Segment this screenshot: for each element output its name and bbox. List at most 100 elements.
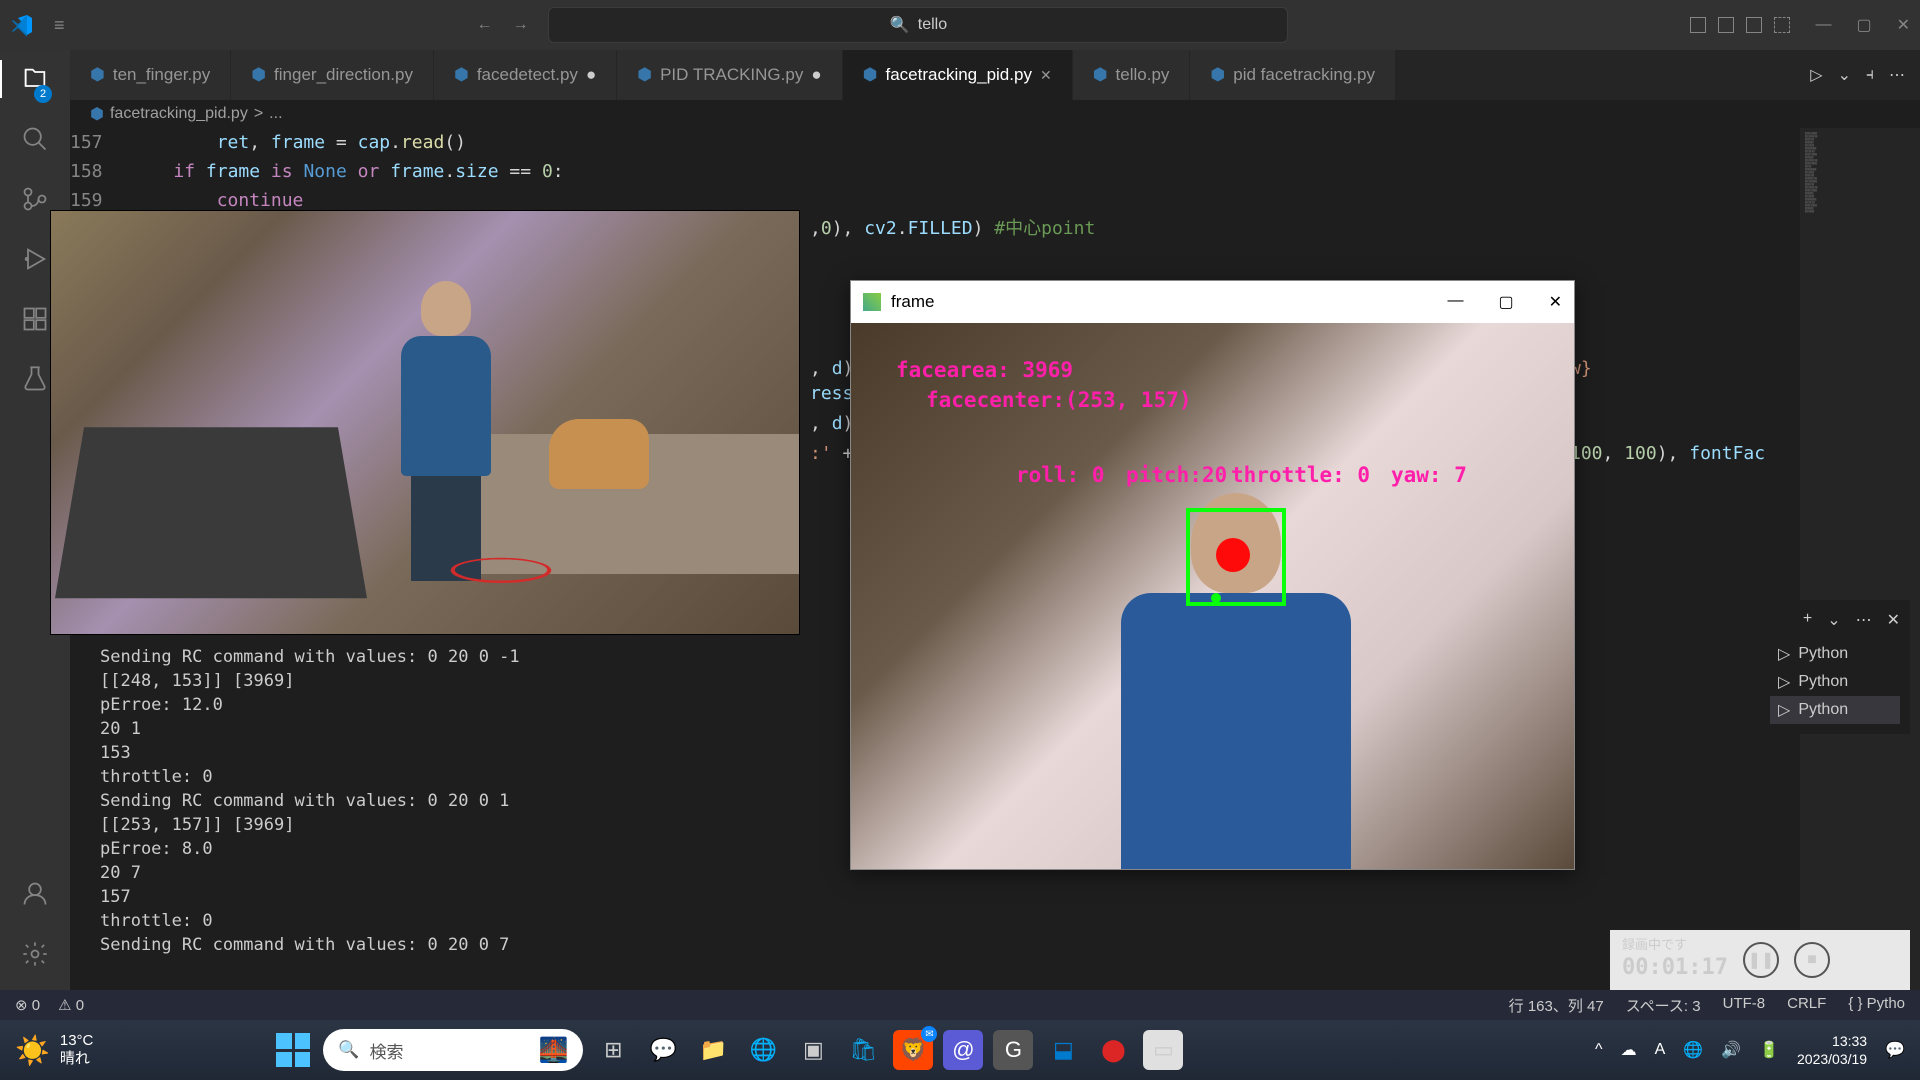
status-encoding[interactable]: UTF-8 [1723,995,1766,1016]
screen-recorder-overlay[interactable]: 録画中です 00:01:17 ❚❚ ■ [1610,930,1910,990]
source-control-icon[interactable] [21,185,49,220]
tab-facetracking-pid[interactable]: ⬢facetracking_pid.py✕ [843,50,1073,100]
minimap[interactable]: ████ ██████ ████ ██████ ██████████ █████… [1800,128,1920,990]
taskbar-app-record[interactable]: ⬤ [1093,1030,1133,1070]
terminal-list-item[interactable]: ▷Python [1770,668,1900,696]
taskbar-app-chat[interactable]: 💬 [643,1030,683,1070]
extensions-icon[interactable] [21,305,49,340]
start-button[interactable] [273,1030,313,1070]
terminal-more-icon[interactable]: ⋯ [1856,610,1872,630]
taskbar-clock[interactable]: 13:33 2023/03/19 [1797,1032,1867,1068]
status-bar: ⊗ 0 ⚠ 0 行 163、列 47 スペース: 3 UTF-8 CRLF { … [0,990,1920,1020]
tab-finger-direction[interactable]: ⬢finger_direction.py [231,50,434,100]
testing-icon[interactable] [21,365,49,400]
windows-taskbar: ☀️ 13°C 晴れ 🔍 検索 🌉 ⊞ 💬 📁 🌐 ▣ 🛍 🦁✉ @ G ⬓ ⬤… [0,1020,1920,1080]
tab-facedetect[interactable]: ⬢facedetect.py● [434,50,617,100]
nav-back-icon[interactable]: ← [476,16,492,34]
breadcrumb[interactable]: ⬢ facetracking_pid.py > ... [70,100,1920,128]
search-activity-icon[interactable] [21,125,49,160]
minimize-icon[interactable]: — [1815,16,1831,34]
taskbar-weather[interactable]: ☀️ 13°C 晴れ [15,1032,93,1068]
terminal-list-item[interactable]: ▷Python [1770,696,1900,724]
explorer-icon[interactable]: 2 [21,65,49,100]
code-fragment: 100, 100), fontFac [1570,443,1765,464]
bridge-decoration-icon: 🌉 [539,1036,569,1065]
code-fragment: ress [810,383,853,404]
status-warnings[interactable]: ⚠ 0 [58,996,84,1014]
overlay-facearea: facearea: 3969 [896,358,1073,382]
account-icon[interactable] [21,880,49,915]
opencv-frame-window[interactable]: frame — ▢ ✕ facearea: 3969 facecenter:(2… [850,280,1575,870]
tray-cloud-icon[interactable]: ☁ [1621,1040,1637,1060]
split-editor-icon[interactable]: ⫞ [1866,66,1874,84]
status-language[interactable]: { } Pytho [1848,995,1905,1016]
terminal-list-item[interactable]: ▷Python [1770,640,1900,668]
explorer-badge: 2 [34,85,52,103]
tab-pid-facetracking[interactable]: ⬢pid facetracking.py [1190,50,1396,100]
tray-notifications-icon[interactable]: 💬 [1885,1040,1905,1060]
recorder-pause-button[interactable]: ❚❚ [1743,942,1779,978]
tray-chevron-icon[interactable]: ^ [1595,1041,1603,1059]
code-fragment: :' + [810,443,853,464]
line-number: 157 [70,128,130,157]
code-fragment: , d) [810,413,853,434]
terminal-dropdown-icon[interactable]: ⌄ [1827,610,1840,630]
frame-window-titlebar[interactable]: frame — ▢ ✕ [851,281,1574,323]
recorder-time: 00:01:17 [1622,954,1728,983]
taskbar-app-store[interactable]: 🛍 [843,1030,883,1070]
python-file-icon: ⬢ [251,65,266,85]
tab-close-icon[interactable]: ✕ [1040,67,1052,84]
nav-forward-icon[interactable]: → [512,16,528,34]
status-ln-col[interactable]: 行 163、列 47 [1509,995,1604,1016]
python-file-icon: ⬢ [454,65,469,85]
run-dropdown-icon[interactable]: ⌄ [1838,65,1851,85]
taskbar-app-camera[interactable]: ▭ [1143,1030,1183,1070]
terminal-list-panel: + ⌄ ⋯ ✕ ▷Python ▷Python ▷Python [1760,600,1910,734]
taskbar-app-g[interactable]: G [993,1030,1033,1070]
layout-icons[interactable] [1690,17,1790,33]
run-icon[interactable]: ▷ [1810,65,1822,85]
tray-ime-icon[interactable]: A [1655,1041,1666,1059]
frame-close-icon[interactable]: ✕ [1549,292,1562,312]
taskbar-app-explorer[interactable]: 📁 [693,1030,733,1070]
search-icon: 🔍 [890,15,910,35]
menu-icon[interactable]: ≡ [54,15,65,36]
maximize-icon[interactable]: ▢ [1856,15,1871,35]
tray-battery-icon[interactable]: 🔋 [1759,1040,1779,1060]
tab-pid-tracking[interactable]: ⬢PID TRACKING.py● [617,50,842,100]
status-errors[interactable]: ⊗ 0 [15,996,40,1014]
tab-tello[interactable]: ⬢tello.py [1073,50,1191,100]
taskbar-app-terminal[interactable]: ▣ [793,1030,833,1070]
frame-video-content: facearea: 3969 facecenter:(253, 157) rol… [851,323,1574,869]
taskbar-app-vscode[interactable]: ⬓ [1043,1030,1083,1070]
status-eol[interactable]: CRLF [1787,995,1826,1016]
command-search-input[interactable]: 🔍 tello [548,7,1288,43]
search-icon: 🔍 [338,1040,359,1060]
more-actions-icon[interactable]: ⋯ [1889,65,1905,85]
overlay-roll: roll: 0 [1016,463,1105,487]
code-fragment: , d) [810,358,853,379]
tray-network-icon[interactable]: 🌐 [1683,1040,1703,1060]
terminal-close-icon[interactable]: ✕ [1887,610,1900,630]
tray-volume-icon[interactable]: 🔊 [1721,1040,1741,1060]
frame-maximize-icon[interactable]: ▢ [1498,292,1513,312]
overlay-yaw: yaw: 7 [1391,463,1467,487]
taskbar-search-input[interactable]: 🔍 検索 🌉 [323,1029,583,1071]
run-debug-icon[interactable] [21,245,49,280]
frame-window-title: frame [891,292,1437,312]
code-fragment: ,0), cv2.FILLED) #中心point [810,214,1095,240]
taskbar-app-mail[interactable]: @ [943,1030,983,1070]
new-terminal-icon[interactable]: + [1803,610,1812,630]
dirty-indicator-icon: ● [811,65,821,85]
recorder-stop-button[interactable]: ■ [1794,942,1830,978]
status-spaces[interactable]: スペース: 3 [1626,995,1701,1016]
tab-ten-finger[interactable]: ⬢ten_finger.py [70,50,231,100]
python-file-icon: ⬢ [1210,65,1225,85]
close-icon[interactable]: ✕ [1897,15,1910,35]
settings-gear-icon[interactable] [21,940,49,975]
taskbar-app-brave[interactable]: 🦁✉ [893,1030,933,1070]
task-view-icon[interactable]: ⊞ [593,1030,633,1070]
frame-minimize-icon[interactable]: — [1447,292,1463,312]
taskbar-app-edge[interactable]: 🌐 [743,1030,783,1070]
search-text: tello [918,16,947,34]
